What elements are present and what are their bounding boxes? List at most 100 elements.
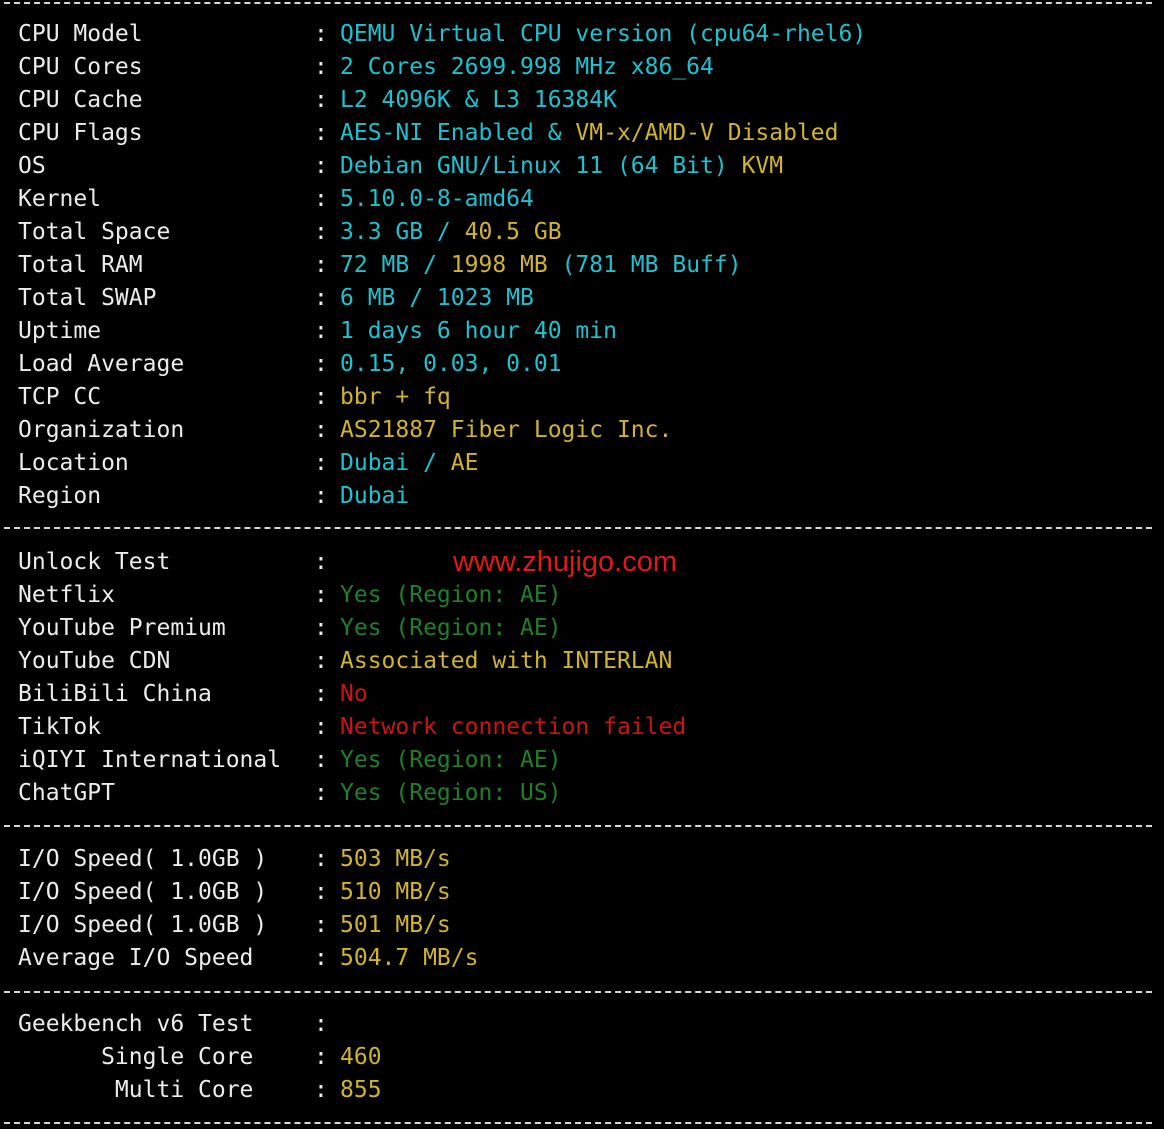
row-separator: :	[314, 648, 328, 674]
row-value-part: 5.10.0-8-amd64	[340, 186, 534, 212]
row-value: 0.15, 0.03, 0.01	[340, 348, 562, 381]
row-separator: :	[314, 318, 328, 344]
row-value: 510 MB/s	[340, 876, 451, 909]
row-value-part: Yes (Region: AE)	[340, 747, 562, 773]
row-value: No	[340, 678, 368, 711]
row-label: I/O Speed( 1.0GB )	[18, 879, 268, 905]
row-label: Unlock Test	[18, 549, 171, 575]
row-separator: :	[314, 615, 328, 641]
row-value: L2 4096K & L3 16384K	[340, 84, 617, 117]
row-value-part: 0.15, 0.03, 0.01	[340, 351, 562, 377]
row-label: TCP CC	[18, 384, 102, 410]
row-label: CPU Cores	[18, 54, 143, 80]
row-value-part: QEMU Virtual CPU version (cpu64-rhel6)	[340, 21, 867, 47]
row-value: 72 MB / 1998 MB (781 MB Buff)	[340, 249, 742, 282]
row-value: 6 MB / 1023 MB	[340, 282, 534, 315]
row-label: Average I/O Speed	[18, 945, 254, 971]
row-value: Network connection failed	[340, 711, 686, 744]
row-separator: :	[314, 285, 328, 311]
row-value-part: Dubai	[340, 483, 410, 509]
row-value: QEMU Virtual CPU version (cpu64-rhel6)	[340, 18, 866, 51]
row-value: 3.3 GB / 40.5 GB	[340, 216, 562, 249]
row-label: CPU Model	[18, 21, 143, 47]
row-value-part: AS21887 Fiber Logic Inc.	[340, 417, 673, 443]
row-value-part: 504.7 MB/s	[340, 945, 479, 971]
row-value: 503 MB/s	[340, 843, 451, 876]
row-label: OS	[18, 153, 46, 179]
row-separator: :	[314, 780, 328, 806]
row-label: Load Average	[18, 351, 185, 377]
row-separator: :	[314, 219, 328, 245]
row-label: TikTok	[18, 714, 102, 740]
row-label: BiliBili China	[18, 681, 212, 707]
row-label: Kernel	[18, 186, 102, 212]
row-value: 504.7 MB/s	[340, 942, 478, 975]
row-label: I/O Speed( 1.0GB )	[18, 912, 268, 938]
row-value: Dubai / AE	[340, 447, 478, 480]
row-label: Organization	[18, 417, 185, 443]
row-separator: :	[314, 582, 328, 608]
row-separator: :	[314, 846, 328, 872]
row-value: Yes (Region: AE)	[340, 579, 562, 612]
row-value-part: AES-NI Enabled &	[340, 120, 576, 146]
row-separator: :	[314, 417, 328, 443]
divider-bottom	[4, 1122, 1152, 1124]
row-label: Total SWAP	[18, 285, 157, 311]
row-value: AS21887 Fiber Logic Inc.	[340, 414, 672, 447]
row-value: 501 MB/s	[340, 909, 451, 942]
row-separator: :	[314, 945, 328, 971]
row-value-part: Yes (Region: AE)	[340, 582, 562, 608]
row-value: AES-NI Enabled & VM-x/AMD-V Disabled	[340, 117, 839, 150]
row-label: Multi Core	[18, 1077, 254, 1103]
row-value: 460	[340, 1041, 382, 1074]
row-value-part: 510 MB/s	[340, 879, 451, 905]
row-label: CPU Cache	[18, 87, 143, 113]
row-value: 2 Cores 2699.998 MHz x86_64	[340, 51, 714, 84]
row-separator: :	[314, 450, 328, 476]
row-value: Yes (Region: US)	[340, 777, 562, 810]
row-separator: :	[314, 1077, 328, 1103]
row-label: Geekbench v6 Test	[18, 1011, 254, 1037]
row-value-part: 855	[340, 1077, 382, 1103]
row-separator: :	[314, 252, 328, 278]
row-value-part: 1 days 6 hour 40 min	[340, 318, 617, 344]
row-separator: :	[314, 483, 328, 509]
row-value: 1 days 6 hour 40 min	[340, 315, 617, 348]
row-value-part: AE	[450, 450, 479, 476]
row-label: iQIYI International	[18, 747, 282, 773]
row-value-part: No	[340, 681, 368, 707]
row-separator: :	[314, 87, 328, 113]
row-value-part: 460	[340, 1044, 382, 1070]
row-value-part: 1998 MB	[450, 252, 548, 278]
terminal-output: CPU Model: QEMU Virtual CPU version (cpu6…	[0, 0, 1164, 1129]
row-value: 855	[340, 1074, 382, 1107]
divider-io-geekbench	[4, 991, 1152, 993]
row-value-part: 3.3 GB /	[340, 219, 465, 245]
row-separator: :	[314, 384, 328, 410]
row-label: Uptime	[18, 318, 102, 344]
row-value-part: KVM	[741, 153, 784, 179]
row-separator: :	[314, 186, 328, 212]
row-value-part: 72 MB /	[340, 252, 451, 278]
row-label: Single Core	[18, 1044, 254, 1070]
row-separator: :	[314, 1044, 328, 1070]
row-value: Associated with INTERLAN	[340, 645, 672, 678]
row-separator: :	[314, 879, 328, 905]
row-value-part: L2 4096K & L3 16384K	[340, 87, 617, 113]
row-label: YouTube Premium	[18, 615, 226, 641]
row-value-part: 501 MB/s	[340, 912, 451, 938]
row-value-part: (781 MB Buff)	[547, 252, 742, 278]
row-label: YouTube CDN	[18, 648, 171, 674]
row-value-part: bbr + fq	[340, 384, 451, 410]
row-value-part: Network connection failed	[340, 714, 687, 740]
row-value-part: VM-x/AMD-V Disabled	[575, 120, 839, 146]
row-separator: :	[314, 549, 328, 575]
row-value-part: Dubai /	[340, 450, 451, 476]
row-separator: :	[314, 714, 328, 740]
row-value-part: 2 Cores 2699.998 MHz x86_64	[340, 54, 714, 80]
row-label: I/O Speed( 1.0GB )	[18, 846, 268, 872]
row-separator: :	[314, 54, 328, 80]
row-separator: :	[314, 351, 328, 377]
watermark-text: www.zhujigo.com	[453, 546, 678, 578]
row-value: Debian GNU/Linux 11 (64 Bit) KVM	[340, 150, 783, 183]
